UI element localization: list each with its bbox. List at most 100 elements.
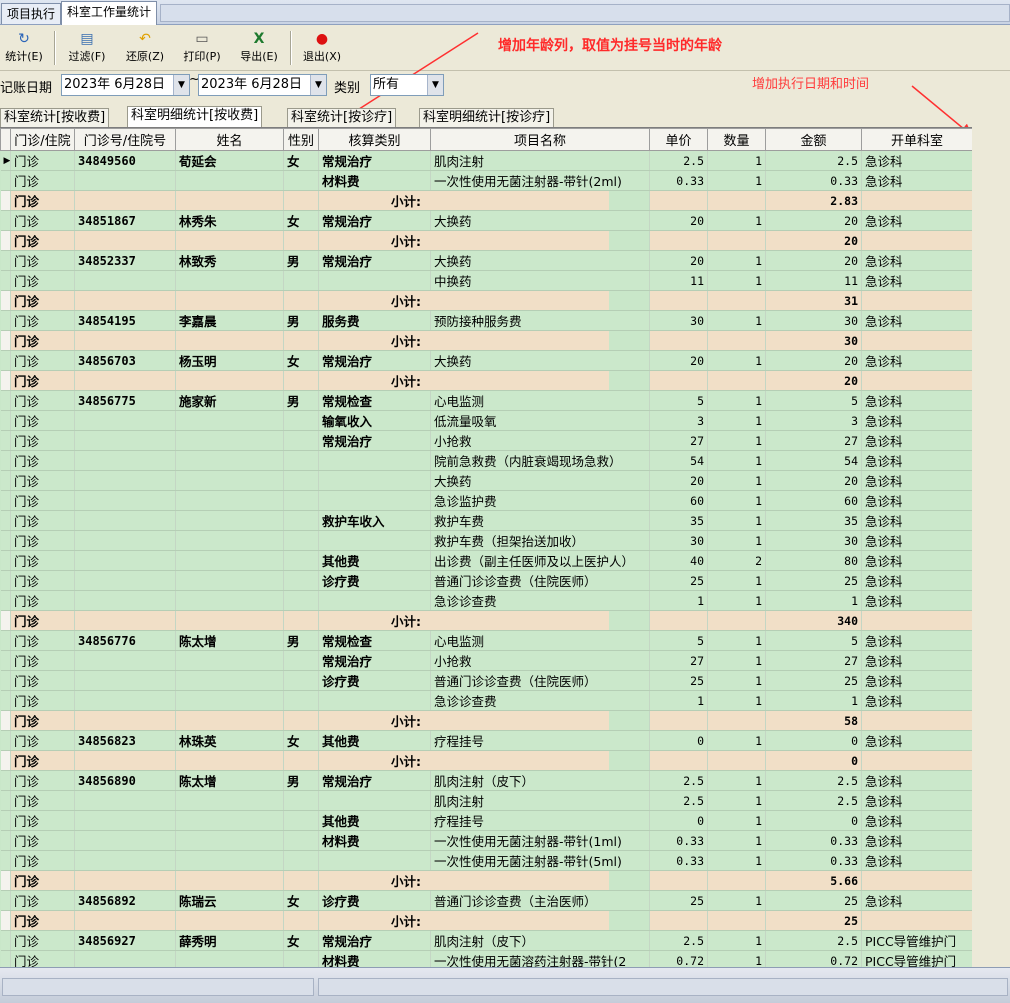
table-row[interactable]: 门诊 34856890 陈太增男常规治疗 肌肉注射（皮下） 2.5 1 2.5 急诊科 [0,770,972,791]
table-row[interactable]: 门诊 34856776 陈太增男常规检查 心电监测 5 1 5 急诊科 [0,630,972,651]
export-button[interactable]: X 导出(E) [233,29,285,67]
col-header-price[interactable]: 单价 [649,128,708,151]
table-row[interactable]: 门诊 一次性使用无菌注射器-带针(5ml) 0.33 1 0.33 急诊科 [0,850,972,871]
tab-project-execution[interactable]: 项目执行 [1,3,62,24]
col-header-item[interactable]: 项目名称 [430,128,650,151]
table-row[interactable]: 门诊 急诊诊查费 1 1 1 急诊科 [0,590,972,611]
table-row[interactable]: 门诊 救护车收入 救护车费 35 1 35 急诊科 [0,510,972,531]
table-row[interactable]: 门诊 34856703 杨玉明女常规治疗 大换药 20 1 20 急诊科 [0,350,972,371]
cell-dept [861,910,972,931]
stats-button[interactable]: ↻ 统计(E) [0,29,50,67]
subtotal-row[interactable]: 门诊 小计: 20 [0,230,972,251]
restore-button[interactable]: ↶ 还原(Z) [119,29,171,67]
table-row[interactable]: 门诊 输氧收入 低流量吸氧 3 1 3 急诊科 [0,410,972,431]
cell-sex [283,550,319,571]
detail-grid[interactable]: 门诊/住院 门诊号/住院号 姓名 性别 核算类别 项目名称 单价 数量 金额 开… [0,127,972,968]
table-row[interactable]: 门诊 其他费 疗程挂号 0 1 0 急诊科 [0,810,972,831]
col-header-category[interactable]: 核算类别 [318,128,431,151]
table-row[interactable]: 门诊 诊疗费 普通门诊诊查费（住院医师） 25 1 25 急诊科 [0,570,972,591]
export-button-label: 导出(E) [240,50,278,63]
row-indicator [0,590,11,611]
table-row[interactable]: 门诊 34851867 林秀朱女常规治疗 大换药 20 1 20 急诊科 [0,210,972,231]
table-row[interactable]: 门诊 常规治疗 小抢救 27 1 27 急诊科 [0,430,972,451]
cell-item: 大换药 [430,250,650,271]
table-row[interactable]: 门诊 材料费 一次性使用无菌注射器-带针(1ml) 0.33 1 0.33 急诊科 [0,830,972,851]
exit-button[interactable]: ● 退出(X) [296,29,348,67]
table-row[interactable]: 门诊 常规治疗 小抢救 27 1 27 急诊科 [0,650,972,671]
cell-name [175,170,284,191]
filter-button[interactable]: ▤ 过滤(F) [61,29,113,67]
chevron-down-icon[interactable]: ▼ [310,75,326,95]
subtotal-row[interactable]: 门诊 小计: 25 [0,910,972,931]
table-row[interactable]: 门诊 材料费 一次性使用无菌注射器-带针(2ml) 0.33 1 0.33 急诊科 [0,170,972,191]
table-row[interactable]: 门诊 34856775 施家新男常规检查 心电监测 5 1 5 急诊科 [0,390,972,411]
cell-name: 陈太增 [175,770,284,791]
col-header-sex[interactable]: 性别 [283,128,319,151]
filter-icon: ▤ [80,31,94,47]
table-row[interactable]: 门诊 34856927 薛秀明女常规治疗 肌肉注射（皮下） 2.5 1 2.5 PICC导管维… [0,930,972,951]
table-row[interactable]: 门诊 诊疗费 普通门诊诊查费（住院医师） 25 1 25 急诊科 [0,670,972,691]
table-row[interactable]: 门诊 救护车费（担架抬送加收） 30 1 30 急诊科 [0,530,972,551]
col-header-dept[interactable]: 开单科室 [861,128,972,151]
col-header-name[interactable]: 姓名 [175,128,284,151]
row-indicator [0,630,11,651]
cell-type: 门诊 [10,350,75,371]
cell-sex [283,470,319,491]
table-row[interactable]: 门诊 急诊诊查费 1 1 1 急诊科 [0,690,972,711]
subtotal-amount: 20 [765,230,862,251]
table-row[interactable]: 门诊 急诊监护费 60 1 60 急诊科 [0,490,972,511]
subtotal-row[interactable]: 门诊 小计: 30 [0,330,972,351]
cell-sex: 男 [283,250,319,271]
cell-number: 34856927 [74,930,176,951]
col-header-number[interactable]: 门诊号/住院号 [74,128,176,151]
print-button[interactable]: ▭ 打印(P) [176,29,228,67]
table-row[interactable]: 门诊 34854195 李嘉晨男服务费 预防接种服务费 30 1 30 急诊科 [0,310,972,331]
cell-type: 门诊 [10,790,75,811]
col-header-qty[interactable]: 数量 [707,128,766,151]
cell-qty: 1 [707,530,766,551]
subtotal-row[interactable]: 门诊 小计: 31 [0,290,972,311]
table-row[interactable]: 门诊 34852337 林致秀男常规治疗 大换药 20 1 20 急诊科 [0,250,972,271]
table-row[interactable]: 门诊 材料费 一次性使用无菌溶药注射器-带针(2 0.72 1 0.72 PICC导管维护门 [0,950,972,968]
cell-dept: 急诊科 [861,530,972,551]
chevron-down-icon[interactable]: ▼ [427,75,443,95]
subtotal-label: 小计: [390,190,610,211]
cell-type: 门诊 [10,630,75,651]
cell-price [649,190,708,211]
table-row[interactable]: 门诊 院前急救费（内脏衰竭现场急救） 54 1 54 急诊科 [0,450,972,471]
tab-dept-workload-stats[interactable]: 科室工作量统计 [61,1,158,25]
tab-dept-stats-by-treatment[interactable]: 科室统计[按诊疗] [287,108,397,127]
status-pane [318,978,1008,996]
cell-number: 34854195 [74,310,176,331]
cell-price: 20 [649,350,708,371]
subtotal-row[interactable]: 门诊 小计: 0 [0,750,972,771]
tab-dept-detail-by-charge[interactable]: 科室明细统计[按收费] [127,106,263,128]
subtotal-row[interactable]: 门诊 小计: 340 [0,610,972,631]
cell-qty: 1 [707,950,766,968]
col-header-amount[interactable]: 金额 [765,128,862,151]
table-row[interactable]: 门诊 34856892 陈瑞云女诊疗费 普通门诊诊查费（主治医师） 25 1 25 急诊科 [0,890,972,911]
start-date-picker[interactable]: 2023年 6月28日 ▼ [61,74,190,96]
table-row[interactable]: 门诊 肌肉注射 2.5 1 2.5 急诊科 [0,790,972,811]
table-row[interactable]: 门诊 大换药 20 1 20 急诊科 [0,470,972,491]
cell-sex [283,790,319,811]
table-row[interactable]: 门诊 中换药 11 1 11 急诊科 [0,270,972,291]
col-header-type[interactable]: 门诊/住院 [10,128,75,151]
cell-name [175,870,284,891]
tab-dept-stats-by-charge[interactable]: 科室统计[按收费] [0,108,110,127]
subtotal-row[interactable]: 门诊 小计: 5.66 [0,870,972,891]
table-row[interactable]: 门诊 34856823 林珠英女其他费 疗程挂号 0 1 0 急诊科 [0,730,972,751]
table-row[interactable]: 门诊 其他费 出诊费（副主任医师及以上医护人） 40 2 80 急诊科 [0,550,972,571]
tab-dept-detail-by-treatment[interactable]: 科室明细统计[按诊疗] [419,108,555,127]
table-row[interactable]: ▶ 门诊 34849560 荀延会女常规治疗 肌肉注射 2.5 1 2.5 急诊科 [0,150,972,171]
chevron-down-icon[interactable]: ▼ [173,75,189,95]
cell-number [74,670,176,691]
subtotal-row[interactable]: 门诊 小计: 2.83 [0,190,972,211]
end-date-picker[interactable]: 2023年 6月28日 ▼ [198,74,327,96]
cell-number [74,750,176,771]
cell-item: 普通门诊诊查费（住院医师） [430,670,650,691]
category-select[interactable]: 所有 ▼ [370,74,444,96]
subtotal-row[interactable]: 门诊 小计: 20 [0,370,972,391]
cell-type: 门诊 [10,170,75,191]
subtotal-row[interactable]: 门诊 小计: 58 [0,710,972,731]
